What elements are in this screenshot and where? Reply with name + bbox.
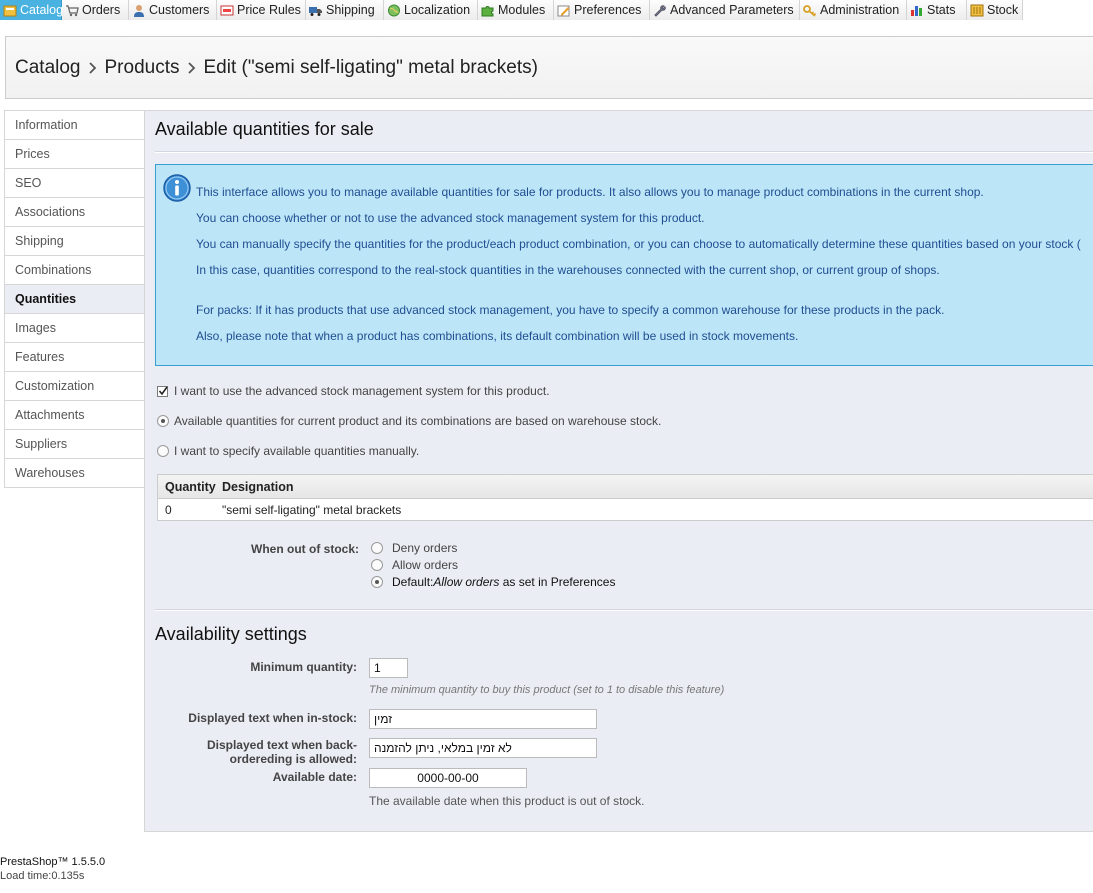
- sidebar-item-images[interactable]: Images: [5, 314, 144, 343]
- table-row: 0 "semi self-ligating" metal brackets: [158, 499, 1093, 521]
- info-line: Also, please note that when a product ha…: [196, 329, 799, 343]
- tab-price-rules[interactable]: Price Rules: [217, 0, 306, 20]
- tab-shipping[interactable]: Shipping: [306, 0, 384, 20]
- chevron-right-icon: [81, 61, 105, 74]
- page-title: Edit ("semi self-ligating" metal bracket…: [203, 56, 538, 78]
- sidebar-item-prices[interactable]: Prices: [5, 140, 144, 169]
- sidebar-item-quantities[interactable]: Quantities: [5, 285, 144, 314]
- deny-orders-option[interactable]: Deny orders: [371, 541, 457, 555]
- cart-icon: [65, 4, 79, 17]
- column-header-quantity: Quantity: [165, 479, 216, 494]
- globe-icon: [387, 4, 401, 17]
- section-title-availability: Availability settings: [155, 624, 307, 644]
- info-box: This interface allows you to manage avai…: [155, 164, 1093, 366]
- stats-icon: [910, 4, 924, 17]
- deny-orders-radio[interactable]: [371, 542, 383, 554]
- min-quantity-input[interactable]: [369, 658, 408, 678]
- quantities-table: Quantity Designation 0 "semi self-ligati…: [157, 474, 1093, 521]
- allow-orders-radio[interactable]: [371, 559, 383, 571]
- tab-catalog[interactable]: Catalog: [0, 0, 63, 20]
- sidebar-item-customization[interactable]: Customization: [5, 372, 144, 401]
- in-stock-text-label: Displayed text when in-stock:: [188, 711, 357, 725]
- tab-preferences[interactable]: Preferences: [554, 0, 650, 20]
- catalog-icon: [3, 4, 17, 17]
- cell-quantity: 0: [165, 503, 172, 517]
- customers-icon: [132, 4, 146, 17]
- breadcrumb-products[interactable]: Products: [105, 57, 180, 79]
- out-of-stock-label: When out of stock:: [251, 542, 359, 556]
- sidebar-item-warehouses[interactable]: Warehouses: [5, 459, 144, 488]
- product-sidebar: Information Prices SEO Associations Ship…: [4, 110, 145, 488]
- sidebar-item-attachments[interactable]: Attachments: [5, 401, 144, 430]
- sidebar-item-associations[interactable]: Associations: [5, 198, 144, 227]
- info-line: You can manually specify the quantities …: [196, 237, 1081, 251]
- preferences-icon: [557, 4, 571, 17]
- divider: [155, 151, 1093, 153]
- table-header: Quantity Designation: [158, 475, 1093, 499]
- tab-stock[interactable]: Stock: [967, 0, 1023, 20]
- allow-orders-option[interactable]: Allow orders: [371, 558, 458, 572]
- tab-modules[interactable]: Modules: [478, 0, 554, 20]
- puzzle-icon: [481, 4, 495, 17]
- in-stock-text-input[interactable]: [369, 709, 597, 729]
- cell-designation: "semi self-ligating" metal brackets: [222, 503, 402, 517]
- quantities-panel: Available quantities for sale This inter…: [144, 110, 1093, 832]
- sidebar-item-combinations[interactable]: Combinations: [5, 256, 144, 285]
- mode-manual-option[interactable]: I want to specify available quantities m…: [157, 444, 419, 458]
- info-line: In this case, quantities correspond to t…: [196, 263, 940, 277]
- checkmark-icon: [158, 386, 168, 395]
- key-icon: [803, 4, 817, 17]
- section-title-quantities: Available quantities for sale: [155, 119, 374, 139]
- mode-manual-radio[interactable]: [157, 445, 169, 457]
- mode-warehouse-option[interactable]: Available quantities for current product…: [157, 414, 661, 428]
- available-date-input[interactable]: [369, 768, 527, 788]
- backorder-text-input[interactable]: [369, 738, 597, 758]
- advanced-stock-option[interactable]: I want to use the advanced stock managem…: [157, 384, 550, 398]
- backorder-text-label: Displayed text when back- ordereding is …: [206, 738, 357, 766]
- chevron-right-icon: [179, 61, 203, 74]
- default-orders-radio[interactable]: [371, 576, 383, 588]
- available-date-label: Available date:: [272, 770, 357, 784]
- mode-warehouse-radio[interactable]: [157, 415, 169, 427]
- advanced-stock-checkbox[interactable]: [157, 385, 168, 397]
- tab-stats[interactable]: Stats: [907, 0, 967, 20]
- truck-icon: [309, 4, 323, 17]
- footer-version: PrestaShop™ 1.5.5.0: [0, 856, 106, 868]
- breadcrumb-catalog[interactable]: Catalog: [15, 57, 81, 79]
- info-line: You can choose whether or not to use the…: [196, 211, 705, 225]
- breadcrumb: Catalog Products Edit ("semi self-ligati…: [5, 36, 1093, 99]
- min-quantity-hint: The minimum quantity to buy this product…: [369, 684, 725, 696]
- sidebar-item-shipping[interactable]: Shipping: [5, 227, 144, 256]
- tab-administration[interactable]: Administration: [800, 0, 907, 20]
- tab-customers[interactable]: Customers: [129, 0, 217, 20]
- tab-advanced-parameters[interactable]: Advanced Parameters: [650, 0, 800, 20]
- info-line: For packs: If it has products that use a…: [196, 303, 945, 317]
- footer-load-time: Load time:0.135s: [0, 870, 85, 882]
- tab-localization[interactable]: Localization: [384, 0, 478, 20]
- price-rules-icon: [220, 4, 234, 17]
- min-quantity-label: Minimum quantity:: [250, 660, 357, 674]
- tab-orders[interactable]: Orders: [62, 0, 129, 20]
- divider: [155, 609, 1093, 611]
- sidebar-item-seo[interactable]: SEO: [5, 169, 144, 198]
- available-date-hint: The available date when this product is …: [369, 794, 645, 808]
- stock-icon: [970, 4, 984, 17]
- top-nav: Catalog Orders Customers Price Rules Shi…: [0, 0, 1093, 20]
- sidebar-item-information[interactable]: Information: [5, 111, 144, 140]
- wrench-icon: [653, 4, 667, 17]
- default-orders-option[interactable]: Default: Allow orders as set in Preferen…: [371, 575, 615, 589]
- column-header-designation: Designation: [222, 479, 294, 494]
- sidebar-item-suppliers[interactable]: Suppliers: [5, 430, 144, 459]
- sidebar-item-features[interactable]: Features: [5, 343, 144, 372]
- info-line: This interface allows you to manage avai…: [196, 185, 984, 199]
- info-icon: [163, 174, 191, 202]
